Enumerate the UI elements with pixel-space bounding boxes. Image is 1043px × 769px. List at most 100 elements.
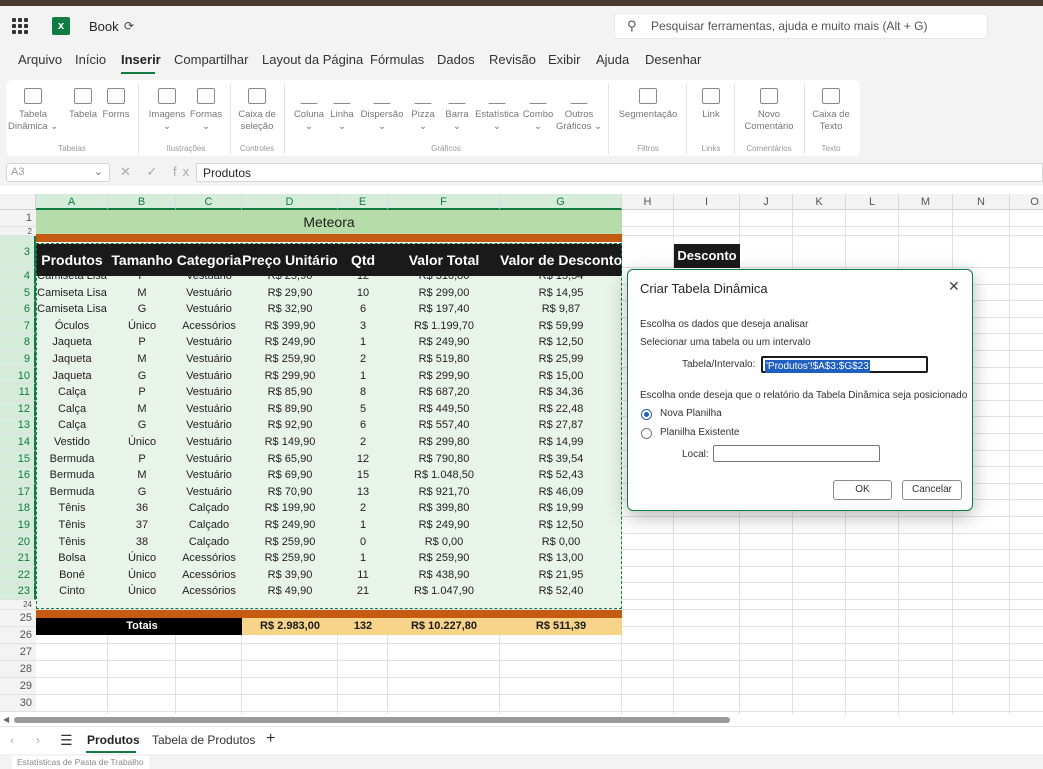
table-cell[interactable]: R$ 25,90 [242,268,338,285]
row-header-29[interactable]: 29 [0,678,36,695]
table-cell[interactable]: Camiseta Lisa [36,301,108,318]
table-cell[interactable]: 1 [338,550,388,567]
table-cell[interactable]: R$ 70,90 [242,484,338,501]
table-cell[interactable]: Vestuário [176,384,242,401]
total-valor[interactable]: R$ 10.227,80 [388,618,500,635]
column-header-f[interactable]: F [388,194,500,210]
tab-formulas[interactable]: Fórmulas [370,52,424,67]
table-cell[interactable]: G [108,417,176,434]
table-cell[interactable]: Acessórios [176,567,242,584]
pivot-table-button[interactable]: Tabela Dinâmica ⌄ [8,84,58,133]
row-header-23[interactable]: 23 [0,583,36,600]
row-header-17[interactable]: 17 [0,483,36,501]
close-icon[interactable]: ✕ [948,278,960,295]
table-cell[interactable]: Vestuário [176,268,242,285]
table-cell[interactable]: R$ 1.199,70 [388,318,500,335]
table-cell[interactable]: R$ 249,90 [242,334,338,351]
table-cell[interactable]: R$ 249,90 [242,517,338,534]
table-cell[interactable]: Jaqueta [36,351,108,368]
select-all-corner[interactable] [0,194,36,210]
row-header-16[interactable]: 16 [0,467,36,484]
table-cell[interactable]: R$ 14,95 [500,285,622,302]
row-header-30[interactable]: 30 [0,695,36,712]
slicer-button[interactable]: Segmentação [614,84,682,121]
table-cell[interactable]: Vestuário [176,334,242,351]
column-header-h[interactable]: H [622,194,674,210]
tab-inicio[interactable]: Início [75,52,106,67]
text-box-button[interactable]: Caixa de Texto [808,84,854,133]
table-cell[interactable]: R$ 249,90 [388,334,500,351]
app-launcher-icon[interactable] [12,18,28,34]
tab-revisao[interactable]: Revisão [489,52,536,67]
table-cell[interactable]: R$ 1.048,50 [388,467,500,484]
table-cell[interactable]: Boné [36,567,108,584]
column-header-e[interactable]: E [338,194,388,210]
table-cell[interactable]: Calça [36,401,108,418]
bar-chart-button[interactable]: Barra ⌄ [440,84,474,133]
table-cell[interactable]: 1 [338,334,388,351]
link-button[interactable]: Link [694,84,728,121]
table-cell[interactable]: R$ 92,90 [242,417,338,434]
table-cell[interactable]: R$ 259,90 [242,550,338,567]
table-cell[interactable]: Tênis [36,534,108,551]
scroll-left-icon[interactable]: ◀ [3,715,9,724]
workbook-statistics[interactable]: Estatísticas de Pasta de Trabalho [12,756,149,769]
table-cell[interactable]: Calça [36,417,108,434]
tab-desenhar[interactable]: Desenhar [645,52,701,67]
table-cell[interactable]: 0 [338,534,388,551]
statistic-chart-button[interactable]: Estatística ⌄ [472,84,522,133]
table-cell[interactable]: 3 [338,318,388,335]
row-header-1[interactable]: 1 [0,210,36,227]
table-cell[interactable]: Único [108,318,176,335]
sheet-tab-tabela-de-produtos[interactable]: Tabela de Produtos [152,733,255,747]
table-cell[interactable]: 15 [338,467,388,484]
table-cell[interactable]: M [108,401,176,418]
table-cell[interactable]: R$ 59,99 [500,318,622,335]
new-sheet-label[interactable]: Nova Planilha [660,408,722,419]
tab-ajuda[interactable]: Ajuda [596,52,629,67]
row-header-8[interactable]: 8 [0,334,36,351]
prev-sheet-icon[interactable]: ‹ [10,733,14,747]
document-name[interactable]: Book [89,19,119,34]
table-cell[interactable]: R$ 13,00 [500,550,622,567]
table-cell[interactable]: 38 [108,534,176,551]
table-cell[interactable]: R$ 519,80 [388,351,500,368]
row-header-27[interactable]: 27 [0,644,36,661]
table-cell[interactable]: P [108,334,176,351]
table-cell[interactable]: R$ 52,40 [500,583,622,600]
table-cell[interactable]: 1 [338,368,388,385]
table-cell[interactable]: R$ 921,70 [388,484,500,501]
column-header-d[interactable]: D [242,194,338,210]
search-box[interactable]: ⚲ Pesquisar ferramentas, ajuda e muito m… [614,13,988,39]
total-preco[interactable]: R$ 2.983,00 [242,618,338,635]
column-header-b[interactable]: B [108,194,176,210]
tab-arquivo[interactable]: Arquivo [18,52,62,67]
table-cell[interactable]: R$ 449,50 [388,401,500,418]
name-box[interactable]: A3 ⌄ [6,163,110,182]
table-cell[interactable]: R$ 15,54 [500,268,622,285]
table-cell[interactable]: R$ 399,80 [388,500,500,517]
location-input[interactable] [713,445,880,462]
table-cell[interactable]: G [108,301,176,318]
tab-compartilhar[interactable]: Compartilhar [174,52,248,67]
row-header-6[interactable]: 6 [0,301,36,318]
table-cell[interactable]: G [108,368,176,385]
table-cell[interactable]: Vestuário [176,451,242,468]
tab-dados[interactable]: Dados [437,52,475,67]
table-cell[interactable]: R$ 25,99 [500,351,622,368]
table-cell[interactable]: R$ 299,80 [388,434,500,451]
table-cell[interactable]: R$ 52,43 [500,467,622,484]
table-cell[interactable]: R$ 12,50 [500,517,622,534]
table-cell[interactable]: 10 [338,285,388,302]
table-cell[interactable]: Acessórios [176,550,242,567]
row-header-18[interactable]: 18 [0,500,36,517]
scatter-chart-button[interactable]: Dispersão ⌄ [358,84,406,133]
table-cell[interactable]: Único [108,550,176,567]
ok-button[interactable]: OK [833,480,892,500]
table-cell[interactable]: Acessórios [176,583,242,600]
column-header-k[interactable]: K [793,194,846,210]
cancel-button[interactable]: Cancelar [902,480,962,500]
tab-layout-da-pagina[interactable]: Layout da Página [262,52,363,67]
desconto-cell[interactable]: Desconto [674,244,740,268]
row-header-20[interactable]: 20 [0,533,36,551]
